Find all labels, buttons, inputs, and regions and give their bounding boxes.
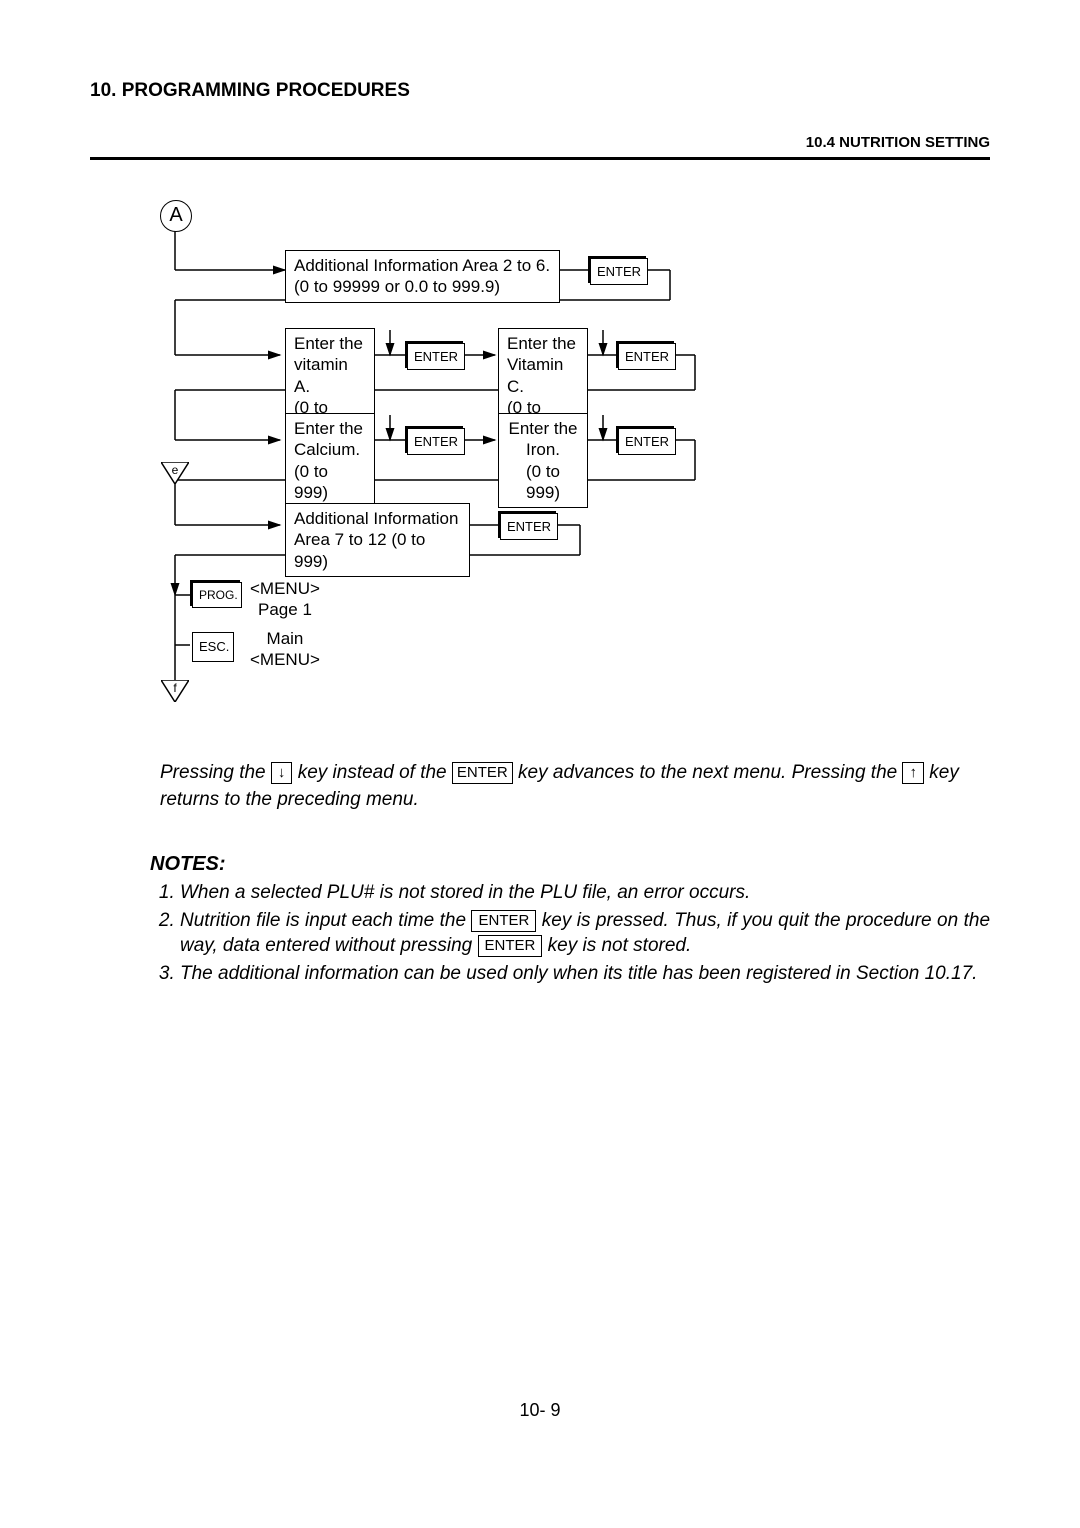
enter-key[interactable]: ENTER bbox=[618, 343, 676, 370]
enter-key[interactable]: ENTER bbox=[407, 343, 465, 370]
chapter-title: 10. PROGRAMMING PROCEDURES bbox=[90, 80, 990, 102]
notes-list: When a selected PLU# is not stored in th… bbox=[150, 880, 990, 987]
connector-A: A bbox=[160, 200, 192, 232]
text: Page 1 bbox=[258, 600, 312, 619]
text: Additional Information Area 2 to 6. bbox=[294, 256, 550, 275]
esc-key[interactable]: ESC. bbox=[192, 632, 234, 662]
text: Enter the bbox=[509, 419, 578, 438]
text: Area 7 to 12 (0 to 999) bbox=[294, 530, 425, 570]
text: Additional Information bbox=[294, 509, 458, 528]
divider bbox=[90, 157, 990, 160]
flowchart: A Additional Information Area 2 to 6. (0… bbox=[150, 200, 990, 760]
navigation-note: Pressing the ↓ key instead of the ENTER … bbox=[160, 760, 990, 813]
text: key advances to the next menu. Pressing … bbox=[518, 762, 897, 783]
text: Iron. bbox=[526, 440, 560, 459]
text: (0 to 999) bbox=[526, 462, 560, 502]
text: key instead of the bbox=[298, 762, 452, 783]
connector-e: e bbox=[161, 462, 189, 482]
text: <MENU> bbox=[250, 579, 320, 598]
enter-key[interactable]: ENTER bbox=[500, 513, 558, 540]
text: (0 to 99999 or 0.0 to 999.9) bbox=[294, 277, 500, 296]
text: Nutrition file is input each time the bbox=[180, 910, 471, 931]
section-title: 10.4 NUTRITION SETTING bbox=[90, 134, 990, 151]
menu-page-label: <MENU> Page 1 bbox=[250, 578, 320, 621]
enter-key[interactable]: ENTER bbox=[618, 428, 676, 455]
enter-key[interactable]: ENTER bbox=[407, 428, 465, 455]
text: Pressing the bbox=[160, 762, 266, 783]
text: vitamin A. bbox=[294, 355, 348, 395]
note-item: The additional information can be used o… bbox=[180, 961, 990, 987]
text: Main bbox=[267, 629, 304, 648]
text: Enter the bbox=[507, 334, 576, 353]
text: <MENU> bbox=[250, 650, 320, 669]
box-calcium: Enter the Calcium. (0 to 999) bbox=[285, 413, 375, 508]
text: Enter the bbox=[294, 419, 363, 438]
down-key-icon: ↓ bbox=[271, 762, 293, 784]
box-iron: Enter the Iron. (0 to 999) bbox=[498, 413, 588, 508]
enter-key-icon: ENTER bbox=[452, 762, 513, 784]
main-menu-label: Main <MENU> bbox=[250, 628, 320, 671]
box-additional-info-7to12: Additional Information Area 7 to 12 (0 t… bbox=[285, 503, 470, 577]
up-key-icon: ↑ bbox=[902, 762, 924, 784]
page-number: 10- 9 bbox=[0, 1400, 1080, 1421]
text: Enter the bbox=[294, 334, 363, 353]
text: Calcium. bbox=[294, 440, 360, 459]
note-item: Nutrition file is input each time the EN… bbox=[180, 908, 990, 959]
text: Vitamin C. bbox=[507, 355, 563, 395]
text: (0 to 999) bbox=[294, 462, 328, 502]
enter-key[interactable]: ENTER bbox=[590, 258, 648, 285]
svg-text:e: e bbox=[172, 463, 179, 477]
text: key is not stored. bbox=[542, 935, 691, 956]
enter-key-icon: ENTER bbox=[478, 935, 543, 957]
enter-key-icon: ENTER bbox=[471, 910, 536, 932]
note-item: When a selected PLU# is not stored in th… bbox=[180, 880, 990, 906]
box-additional-info-2to6: Additional Information Area 2 to 6. (0 t… bbox=[285, 250, 560, 303]
connector-f: f bbox=[161, 680, 189, 700]
notes-heading: NOTES: bbox=[150, 853, 990, 876]
prog-key[interactable]: PROG. bbox=[192, 582, 242, 608]
